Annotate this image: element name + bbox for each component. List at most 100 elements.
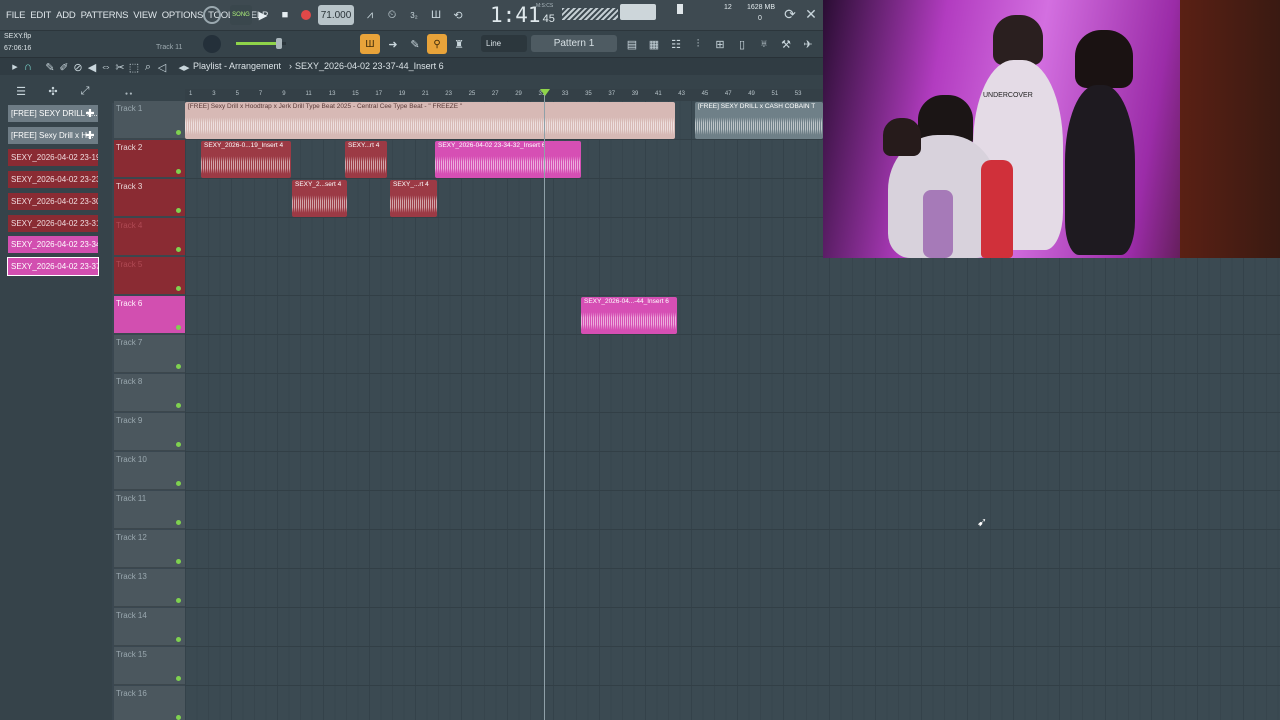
link-icon[interactable]: ⚲: [427, 34, 447, 54]
browser-item[interactable]: SEXY_2026-04-02 23-23...: [8, 171, 98, 188]
track-active-led[interactable]: [176, 403, 181, 408]
mixer-icon[interactable]: ⫶: [688, 34, 708, 54]
master-volume-knob[interactable]: [203, 6, 221, 24]
menu-file[interactable]: FILE: [6, 10, 25, 21]
track-header[interactable]: Track 16: [114, 686, 185, 720]
record-button[interactable]: [298, 6, 314, 24]
magnet-icon[interactable]: ∩: [22, 59, 34, 75]
paint-tool-icon[interactable]: ✐: [58, 59, 70, 75]
track-header[interactable]: Track 7: [114, 335, 185, 373]
track-active-led[interactable]: [176, 442, 181, 447]
play-icon[interactable]: ▶: [255, 6, 271, 24]
help-icon[interactable]: ✈: [798, 34, 818, 54]
refresh-icon[interactable]: ⟳: [781, 5, 799, 23]
slip-tool-icon[interactable]: ⇔: [100, 59, 112, 75]
loop-record-icon[interactable]: ⟲: [449, 6, 467, 24]
track-header[interactable]: Track 10: [114, 452, 185, 490]
slice-tool-icon[interactable]: ✂: [114, 59, 126, 75]
pencil-tool-icon[interactable]: ✎: [44, 59, 56, 75]
track-active-led[interactable]: [176, 598, 181, 603]
track-header[interactable]: Track 14: [114, 608, 185, 646]
menu-edit[interactable]: EDIT: [30, 10, 51, 21]
browser-menu-icon[interactable]: ☰: [14, 85, 28, 98]
audio-clip[interactable]: SEXY_2...sert 4: [292, 180, 347, 217]
stop-icon[interactable]: ■: [277, 6, 293, 24]
playhead-marker-icon[interactable]: [540, 89, 550, 96]
timeline-ruler[interactable]: 1 3 5 7 9 11 13 15 17 19 21 23 25 27 29 31 33 35 37 39 41 43 4…: [185, 89, 823, 101]
pencil-icon[interactable]: ✎: [405, 34, 425, 54]
master-pitch-slider[interactable]: [236, 38, 286, 49]
track-header[interactable]: Track 4: [114, 218, 185, 256]
track-header[interactable]: Track 1: [114, 101, 185, 139]
track-header[interactable]: Track 9: [114, 413, 185, 451]
tools-icon[interactable]: ⚒: [776, 34, 796, 54]
arrow-icon[interactable]: ▶: [10, 59, 20, 75]
browser-item[interactable]: SEXY_2026-04-02 23-30...: [8, 193, 98, 210]
browser-item[interactable]: SEXY_2026-04-02 23-19...: [8, 149, 98, 166]
close-icon[interactable]: ✕: [803, 5, 819, 23]
mute-tool-icon[interactable]: ◀: [86, 59, 98, 75]
piano-roll-icon[interactable]: ▦: [644, 34, 664, 54]
track-active-led[interactable]: [176, 130, 181, 135]
audio-clip[interactable]: [FREE] SEXY DRILL x CASH COBAIN T: [695, 102, 823, 139]
snap-icon[interactable]: Ш: [360, 34, 380, 54]
playhead[interactable]: [544, 89, 545, 720]
pattern-select[interactable]: Pattern 1: [531, 35, 617, 52]
select-tool-icon[interactable]: ⬚: [128, 59, 140, 75]
track-active-led[interactable]: [176, 481, 181, 486]
zoom-tool-icon[interactable]: ⌕: [142, 59, 154, 75]
track-active-led[interactable]: [176, 208, 181, 213]
track-active-led[interactable]: [176, 637, 181, 642]
track-header[interactable]: Track 15: [114, 647, 185, 685]
song-mode-button[interactable]: SONG: [230, 5, 252, 25]
countdown-icon[interactable]: 3₂: [405, 6, 423, 24]
browser-item[interactable]: SEXY_2026-04-02 23-34...: [8, 236, 98, 253]
track-active-led[interactable]: [176, 286, 181, 291]
audio-clip[interactable]: SEXY_2026-04-02 23-34-32_Insert 6: [435, 141, 581, 178]
menu-options[interactable]: OPTIONS: [162, 10, 204, 21]
menu-add[interactable]: ADD: [56, 10, 76, 21]
blend-notes-icon[interactable]: Ш: [427, 6, 445, 24]
audio-clip[interactable]: [FREE] Sexy Drill x Hoodtrap x Jerk Dril…: [185, 102, 675, 139]
track-active-led[interactable]: [176, 559, 181, 564]
track-active-led[interactable]: [176, 715, 181, 720]
wait-input-icon[interactable]: ⏲: [383, 6, 401, 24]
pitch-knob[interactable]: [203, 35, 221, 53]
track-header[interactable]: Track 11: [114, 491, 185, 529]
audio-clip[interactable]: SEXY_2026-0...19_Insert 4: [201, 141, 291, 178]
browser-icon[interactable]: ⊞: [710, 34, 730, 54]
playlist-options[interactable]: ● ●: [115, 91, 183, 99]
audio-clip[interactable]: SEXY...rt 4: [345, 141, 387, 178]
browser-item-selected[interactable]: SEXY_2026-04-02 23-37...: [7, 257, 99, 276]
track-header[interactable]: Track 6: [114, 296, 185, 334]
channel-rack-icon[interactable]: ☷: [666, 34, 686, 54]
tempo-display[interactable]: 71.000: [318, 5, 354, 25]
browser-link-icon[interactable]: ⤢: [78, 85, 92, 97]
playlist-icon[interactable]: ▤: [622, 34, 642, 54]
track-active-led[interactable]: [176, 325, 181, 330]
delete-tool-icon[interactable]: ⊘: [72, 59, 84, 75]
track-active-led[interactable]: [176, 247, 181, 252]
browser-expand-icon[interactable]: ✣: [46, 85, 60, 98]
nav-arrows-icon[interactable]: ◂▸: [177, 59, 191, 75]
metronome-icon[interactable]: ⩘: [362, 6, 378, 24]
track-active-led[interactable]: [176, 520, 181, 525]
browser-item[interactable]: SEXY_2026-04-02 23-31...: [8, 215, 98, 232]
track-header[interactable]: Track 5: [114, 257, 185, 295]
track-header[interactable]: Track 8: [114, 374, 185, 412]
track-header[interactable]: Track 12: [114, 530, 185, 568]
menu-patterns[interactable]: PATTERNS: [81, 10, 129, 21]
add-icon[interactable]: ✚: [85, 106, 95, 120]
menu-view[interactable]: VIEW: [133, 10, 157, 21]
plugin-icon[interactable]: ♅: [754, 34, 774, 54]
track-active-led[interactable]: [176, 364, 181, 369]
file-icon[interactable]: ▯: [732, 34, 752, 54]
slider-handle[interactable]: [276, 38, 282, 49]
track-header[interactable]: Track 13: [114, 569, 185, 607]
playback-tool-icon[interactable]: ◁: [156, 59, 168, 75]
time-display[interactable]: 1:41 45 M:S:CS: [490, 3, 558, 27]
add-icon[interactable]: ✚: [85, 128, 95, 142]
track-header[interactable]: Track 2: [114, 140, 185, 178]
track-active-led[interactable]: [176, 169, 181, 174]
audio-clip[interactable]: SEXY_...rt 4: [390, 180, 437, 217]
